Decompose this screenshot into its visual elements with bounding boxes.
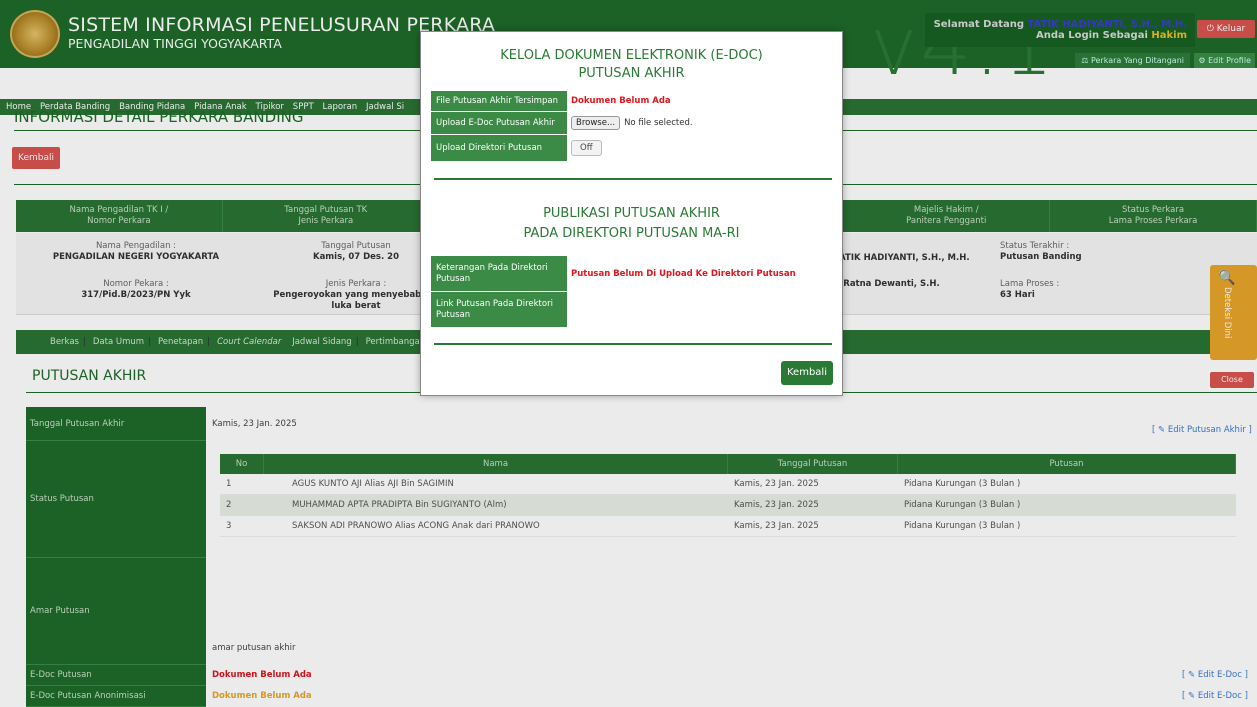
saved-file-row: File Putusan Akhir Tersimpan Dokumen Bel…	[431, 91, 671, 111]
publication-title: PUBLIKASI PUTUSAN AKHIR	[543, 206, 720, 221]
modal-divider	[434, 178, 832, 180]
no-file-text: No file selected.	[624, 118, 693, 128]
note-label: Keterangan Pada Direktori Putusan	[431, 256, 567, 291]
modal-back-button[interactable]: Kembali	[781, 361, 833, 385]
modal-title: KELOLA DOKUMEN ELEKTRONIK (E-DOC)	[500, 48, 763, 63]
upload-dir-row: Upload Direktori Putusan Off	[431, 135, 602, 161]
saved-file-value: Dokumen Belum Ada	[571, 96, 671, 106]
modal-divider	[434, 343, 832, 345]
link-row: Link Putusan Pada Direktori Putusan	[431, 292, 567, 327]
note-value: Putusan Belum Di Upload Ke Direktori Put…	[571, 268, 796, 279]
upload-dir-toggle[interactable]: Off	[571, 140, 602, 156]
note-row: Keterangan Pada Direktori Putusan Putusa…	[431, 256, 796, 291]
saved-file-label: File Putusan Akhir Tersimpan	[431, 91, 567, 111]
browse-button[interactable]: Browse...	[571, 116, 621, 130]
edoc-modal: KELOLA DOKUMEN ELEKTRONIK (E-DOC) PUTUSA…	[420, 31, 843, 396]
upload-row: Upload E-Doc Putusan Akhir Browse... No f…	[431, 112, 693, 134]
file-input[interactable]: Browse... No file selected.	[567, 116, 693, 130]
modal-subtitle: PUTUSAN AKHIR	[578, 66, 685, 81]
publication-subtitle: PADA DIREKTORI PUTUSAN MA-RI	[523, 226, 740, 241]
upload-dir-label: Upload Direktori Putusan	[431, 135, 567, 161]
upload-label: Upload E-Doc Putusan Akhir	[431, 112, 567, 134]
link-label: Link Putusan Pada Direktori Putusan	[431, 292, 567, 327]
